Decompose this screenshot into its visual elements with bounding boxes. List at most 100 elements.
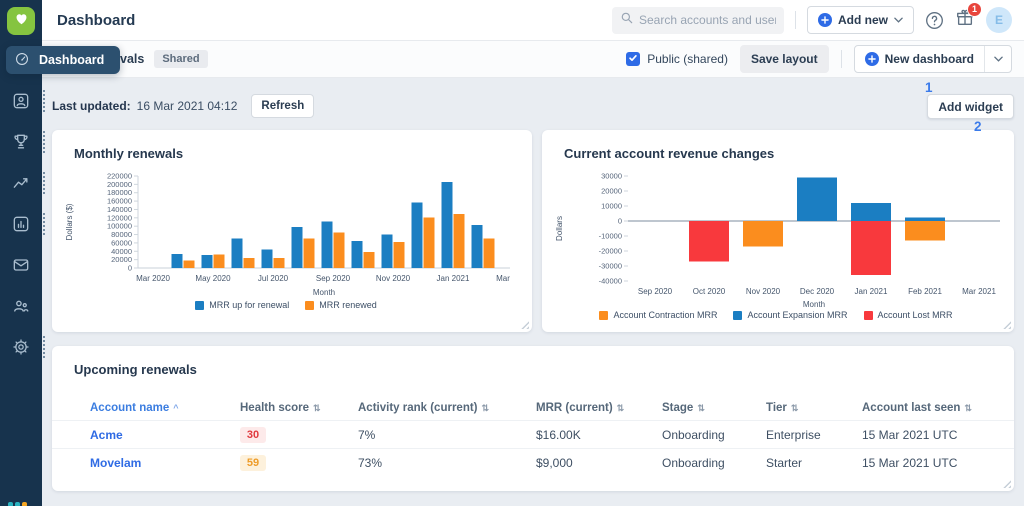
dot xyxy=(15,502,20,506)
top-bar-actions: Add new 1 E xyxy=(612,6,1024,34)
refresh-button[interactable]: Refresh xyxy=(251,94,314,118)
column-label: Account name xyxy=(90,402,169,414)
legend-swatch xyxy=(733,311,742,320)
sort-icon: ⇅ xyxy=(482,403,490,414)
legend-label: Account Lost MRR xyxy=(878,310,953,320)
page-title: Dashboard xyxy=(57,12,135,29)
legend-label: Account Contraction MRR xyxy=(613,310,717,320)
legend-item[interactable]: MRR renewed xyxy=(305,300,377,310)
sidebar-item-reports[interactable] xyxy=(7,210,35,238)
add-widget-button[interactable]: Add widget xyxy=(927,94,1014,119)
resize-handle[interactable] xyxy=(1002,320,1011,329)
legend-swatch xyxy=(864,311,873,320)
legend-item[interactable]: Account Expansion MRR xyxy=(733,310,847,320)
save-layout-button[interactable]: Save layout xyxy=(740,45,829,73)
chart-legend: Account Contraction MRR Account Expansion… xyxy=(548,310,1004,320)
account-name-link[interactable]: Acme xyxy=(90,428,123,442)
svg-text:Mar 2020: Mar 2020 xyxy=(136,274,170,283)
legend-item[interactable]: MRR up for renewal xyxy=(195,300,289,310)
table-header-row: Account name^Health score⇅Activity rank … xyxy=(52,396,1014,421)
column-header-account-name[interactable]: Account name^ xyxy=(90,402,240,414)
whats-new-button[interactable]: 1 xyxy=(955,8,975,33)
column-label: Account last seen xyxy=(862,402,960,414)
sidebar-flyout-dashboard[interactable]: Dashboard xyxy=(6,46,120,74)
table-cell: 15 Mar 2021 UTC xyxy=(862,428,1014,442)
column-header-health-score[interactable]: Health score ⇅ xyxy=(240,402,358,414)
svg-text:220000: 220000 xyxy=(107,172,132,181)
svg-text:120000: 120000 xyxy=(107,213,132,222)
legend-swatch xyxy=(305,301,314,310)
sort-icon: ⇅ xyxy=(964,403,972,414)
account-name-link[interactable]: Movelam xyxy=(90,456,141,470)
drag-dots xyxy=(43,213,45,235)
drag-dots xyxy=(43,172,45,194)
search-box[interactable] xyxy=(612,7,784,34)
sidebar-item-success[interactable] xyxy=(7,128,35,156)
legend-item[interactable]: Account Contraction MRR xyxy=(599,310,717,320)
last-updated-row: Last updated: 16 Mar 2021 04:12 Refresh xyxy=(52,94,314,118)
help-button[interactable] xyxy=(925,11,944,30)
tier-cell: Starter xyxy=(766,456,802,470)
shared-badge: Shared xyxy=(154,50,207,68)
sidebar xyxy=(0,0,42,506)
sidebar-item-settings[interactable] xyxy=(7,333,35,361)
widget-revenue-changes: Current account revenue changes -40000-3… xyxy=(542,130,1014,332)
svg-text:Jan 2021: Jan 2021 xyxy=(855,287,888,296)
sort-icon: ⇅ xyxy=(313,403,321,414)
health-score-badge: 59 xyxy=(240,455,266,471)
envelope-icon xyxy=(11,255,31,275)
column-header-stage[interactable]: Stage⇅ xyxy=(662,402,766,414)
dashboard-toolbar: vals Shared Public (shared) Save layout … xyxy=(42,41,1024,78)
svg-text:May 2020: May 2020 xyxy=(195,274,231,283)
resize-handle[interactable] xyxy=(520,320,529,329)
drag-dots xyxy=(43,336,45,358)
svg-text:Mar 2021: Mar 2021 xyxy=(496,274,510,283)
column-header-tier[interactable]: Tier⇅ xyxy=(766,402,862,414)
new-dashboard-button[interactable]: New dashboard xyxy=(855,46,984,72)
app-window: Dashboard Dashboard Add new 1 E vals xyxy=(0,0,1024,506)
table-cell: 7% xyxy=(358,428,536,442)
user-avatar[interactable]: E xyxy=(986,7,1012,33)
drag-dots xyxy=(43,90,45,112)
column-header-activity-rank-current[interactable]: Activity rank (current)⇅ xyxy=(358,402,536,414)
svg-text:80000: 80000 xyxy=(111,230,132,239)
svg-text:Nov 2020: Nov 2020 xyxy=(746,287,781,296)
sidebar-item-analytics[interactable] xyxy=(7,169,35,197)
sidebar-item-accounts[interactable] xyxy=(7,87,35,115)
search-icon xyxy=(620,11,633,29)
person-card-icon xyxy=(11,91,31,111)
tab-renewals-partial[interactable]: vals xyxy=(120,52,144,66)
search-input[interactable] xyxy=(639,13,776,27)
chart-legend: MRR up for renewal MRR renewed xyxy=(58,300,514,310)
sidebar-item-team[interactable] xyxy=(7,292,35,320)
activity-rank-cell: 7% xyxy=(358,428,375,442)
column-header-mrr-current[interactable]: MRR (current)⇅ xyxy=(536,402,662,414)
vitally-logo[interactable] xyxy=(7,7,35,35)
public-shared-checkbox[interactable] xyxy=(626,52,640,66)
svg-text:100000: 100000 xyxy=(107,222,132,231)
table-cell: 73% xyxy=(358,456,536,470)
resize-handle[interactable] xyxy=(1002,479,1011,488)
svg-text:200000: 200000 xyxy=(107,180,132,189)
legend-label: MRR renewed xyxy=(319,300,377,310)
table-cell: Onboarding xyxy=(662,428,766,442)
legend-item[interactable]: Account Lost MRR xyxy=(864,310,953,320)
table-cell: $9,000 xyxy=(536,456,662,470)
svg-text:10000: 10000 xyxy=(601,202,622,211)
svg-text:Oct 2020: Oct 2020 xyxy=(693,287,726,296)
column-label: Stage xyxy=(662,402,693,414)
svg-text:Jul 2020: Jul 2020 xyxy=(258,274,289,283)
sidebar-item-messages[interactable] xyxy=(7,251,35,279)
activity-rank-cell: 73% xyxy=(358,456,382,470)
column-label: Tier xyxy=(766,402,787,414)
svg-text:Month: Month xyxy=(803,300,825,308)
plus-circle-icon xyxy=(865,52,879,66)
svg-text:Month: Month xyxy=(313,288,335,297)
column-label: Health score xyxy=(240,402,309,414)
add-new-button[interactable]: Add new xyxy=(807,6,914,34)
public-shared-label[interactable]: Public (shared) xyxy=(647,52,728,66)
new-dashboard-caret-button[interactable] xyxy=(985,46,1011,72)
annotation-step-2: 2 xyxy=(974,119,982,134)
table-cell: Movelam xyxy=(90,456,240,470)
column-header-account-last-seen[interactable]: Account last seen ⇅ xyxy=(862,402,1014,414)
